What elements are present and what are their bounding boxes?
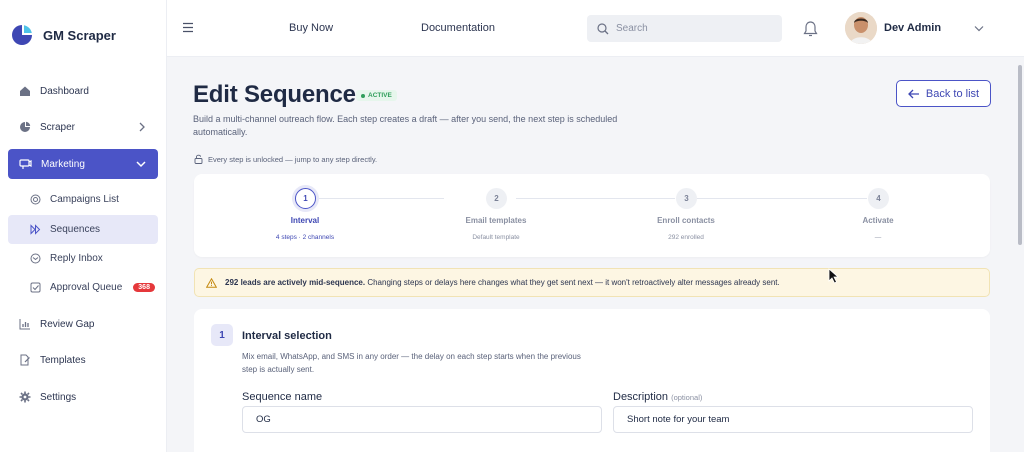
step-sublabel: 292 enrolled (668, 234, 704, 241)
file-edit-icon (20, 354, 30, 366)
page-description: Build a multi-channel outreach flow. Eac… (193, 114, 618, 137)
unlock-note-text: Every step is unlocked — jump to any ste… (208, 154, 378, 164)
brand-name: GM Scraper (43, 27, 116, 43)
step-label: Activate (862, 216, 894, 225)
sidebar-item-label: Settings (40, 391, 77, 403)
alert-text: 292 leads are actively mid-sequence. Cha… (225, 278, 780, 287)
sidebar-item-label: Dashboard (40, 85, 89, 97)
page-title: Edit Sequence (193, 81, 356, 108)
step-number: 4 (868, 188, 889, 209)
step-connector (315, 198, 444, 199)
description-label: Description (optional) (613, 391, 702, 403)
sidebar-item-review-gap[interactable]: Review Gap (8, 310, 158, 338)
avatar[interactable] (845, 12, 877, 44)
card-title: Interval selection (242, 330, 332, 342)
sequence-name-input[interactable] (242, 406, 602, 433)
card-step-number: 1 (211, 324, 233, 346)
sidebar-item-dashboard[interactable]: Dashboard (8, 77, 158, 105)
alert-bold-text: 292 leads are actively mid-sequence. (225, 278, 366, 287)
pie-icon (20, 121, 31, 132)
alert-rest-text: Changing steps or delays here changes wh… (367, 278, 780, 287)
gear-icon (19, 391, 31, 403)
bar-chart-icon (19, 319, 30, 330)
buy-now-link[interactable]: Buy Now (289, 22, 333, 34)
target-icon (30, 194, 41, 205)
arrow-left-icon (907, 89, 919, 98)
step-sublabel: 4 steps · 2 channels (275, 234, 335, 241)
interval-selection-card: 1 Interval selection Mix email, WhatsApp… (194, 309, 990, 452)
step-label: Enroll contacts (657, 216, 715, 225)
sequence-name-label: Sequence name (242, 391, 322, 403)
sidebar-subitem-label: Campaigns List (50, 194, 119, 205)
sidebar-subitem-reply-inbox[interactable]: Reply Inbox (8, 244, 158, 273)
sidebar-subitem-campaigns[interactable]: Campaigns List (8, 185, 158, 214)
unlock-note: Every step is unlocked — jump to any ste… (194, 154, 377, 164)
description-label-text: Description (613, 391, 669, 403)
sidebar-item-label: Scraper (40, 121, 76, 133)
sidebar-item-templates[interactable]: Templates (8, 346, 158, 374)
page-scrollbar[interactable] (1016, 57, 1024, 452)
fast-forward-icon (30, 224, 41, 235)
step-number: 1 (295, 188, 316, 209)
sidebar: GM Scraper Dashboard Scraper Marketing C… (0, 0, 167, 452)
bell-icon[interactable] (803, 20, 818, 38)
card-description: Mix email, WhatsApp, and SMS in any orde… (242, 352, 581, 374)
step-connector (697, 198, 867, 199)
sidebar-subitem-approval-queue[interactable]: Approval Queue 368 (8, 273, 158, 302)
step-sublabel: — (874, 234, 882, 241)
chevron-down-icon (136, 161, 146, 168)
menu-icon[interactable] (182, 22, 194, 33)
description-input[interactable] (613, 406, 973, 433)
step-number: 2 (486, 188, 507, 209)
mouse-cursor-icon (828, 268, 839, 284)
sidebar-item-label: Review Gap (40, 318, 95, 330)
approval-count-badge: 368 (133, 283, 155, 292)
warning-icon (206, 277, 217, 288)
optional-hint: (optional) (671, 393, 703, 402)
step-label: Interval (290, 216, 320, 225)
step-label: Email templates (465, 216, 527, 225)
logo-icon (12, 25, 32, 45)
back-to-list-button[interactable]: Back to list (896, 80, 991, 107)
step-number: 3 (676, 188, 697, 209)
status-text: ACTIVE (368, 92, 392, 99)
sidebar-item-scraper[interactable]: Scraper (8, 113, 158, 141)
main-content: Edit Sequence ACTIVE Build a multi-chann… (167, 57, 1016, 452)
megaphone-icon (19, 159, 32, 169)
brand[interactable]: GM Scraper (11, 24, 116, 46)
step-sublabel: Default template (472, 234, 520, 241)
user-name[interactable]: Dev Admin (884, 22, 941, 34)
search-input[interactable] (616, 23, 766, 34)
sequence-name-label-text: Sequence name (242, 391, 323, 403)
sidebar-subitem-sequences[interactable]: Sequences (8, 215, 158, 244)
home-icon (20, 86, 30, 96)
stepper: 1 Interval 4 steps · 2 channels 2 Email … (194, 174, 990, 257)
checkbox-icon (30, 282, 41, 293)
sidebar-item-label: Marketing (41, 158, 85, 170)
chevron-down-icon[interactable] (974, 25, 984, 32)
sidebar-item-settings[interactable]: Settings (8, 383, 158, 411)
sidebar-subitem-label: Sequences (50, 224, 101, 235)
mail-icon (30, 253, 41, 264)
status-dot (361, 93, 365, 98)
step-connector (516, 198, 675, 199)
sidebar-subitem-label: Reply Inbox (50, 253, 103, 264)
sidebar-subitem-label: Approval Queue (50, 282, 123, 293)
chevron-right-icon (139, 122, 145, 132)
documentation-link[interactable]: Documentation (421, 22, 495, 34)
scrollbar-thumb[interactable] (1018, 65, 1022, 245)
back-to-list-label: Back to list (925, 87, 980, 100)
avatar-image (845, 12, 877, 44)
search-icon (597, 22, 609, 34)
lock-open-icon (194, 154, 203, 164)
mid-sequence-alert: 292 leads are actively mid-sequence. Cha… (194, 268, 990, 297)
search-box[interactable] (587, 15, 782, 42)
sidebar-item-label: Templates (40, 354, 86, 366)
sidebar-item-marketing[interactable]: Marketing (8, 149, 158, 179)
status-badge: ACTIVE (356, 90, 397, 101)
topbar: Buy Now Documentation Dev Admin (167, 0, 1024, 57)
